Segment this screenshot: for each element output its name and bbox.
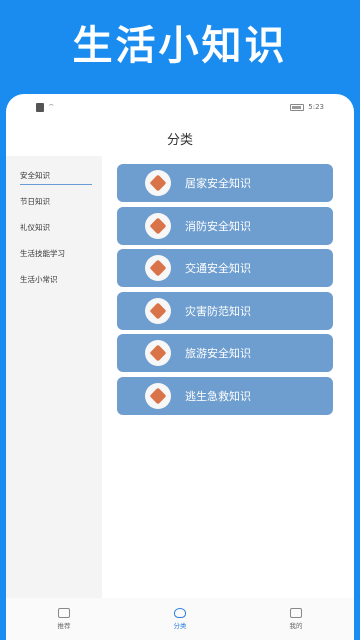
card-label: 居家安全知识: [185, 177, 251, 190]
sidebar-item-label: 生活技能学习: [20, 248, 65, 258]
banner-title: 生活小知识: [72, 23, 288, 69]
nav-category[interactable]: 分类: [145, 608, 215, 630]
user-icon: [290, 608, 302, 618]
nav-recommend[interactable]: 推荐: [29, 608, 99, 630]
card-label: 消防安全知识: [185, 219, 251, 233]
nav-label: 我的: [289, 622, 303, 630]
sidebar-item-etiquette[interactable]: 礼仪知识: [6, 214, 102, 240]
card-disaster-prevention[interactable]: 灾害防范知识: [117, 291, 333, 330]
page-header: 分类: [6, 120, 354, 156]
sidebar-item-life-tips[interactable]: 生活小常识: [6, 266, 102, 292]
card-travel-safety[interactable]: 旅游安全知识: [117, 334, 333, 372]
phone-screen: ⌔ 5:23 分类 安全知识 节日知识 礼仪知识 生活技能学习 生活小常识 居家…: [6, 94, 354, 640]
sidebar-item-label: 安全知识: [20, 170, 50, 180]
card-label: 逃生急救知识: [185, 389, 251, 403]
page-title: 分类: [166, 132, 193, 148]
box-icon: [145, 340, 171, 366]
card-home-safety[interactable]: 居家安全知识: [117, 164, 333, 202]
home-icon: [58, 608, 70, 618]
promo-banner: 生活小知识: [0, 0, 360, 84]
nav-label: 推荐: [57, 622, 71, 630]
sidebar-item-life-skills[interactable]: 生活技能学习: [6, 240, 102, 266]
category-content: 安全知识 节日知识 礼仪知识 生活技能学习 生活小常识 居家安全知识 消防安全知…: [6, 156, 354, 598]
nav-label: 分类: [173, 622, 187, 630]
card-escape-first-aid[interactable]: 逃生急救知识: [117, 376, 333, 415]
card-label: 旅游安全知识: [185, 347, 251, 360]
battery-icon: [290, 103, 305, 111]
card-fire-safety[interactable]: 消防安全知识: [117, 206, 333, 245]
box-icon: [145, 212, 171, 239]
card-list: 居家安全知识 消防安全知识 交通安全知识 灾害防范知识 旅游安全知识 逃生急救知…: [102, 156, 354, 598]
category-sidebar: 安全知识 节日知识 礼仪知识 生活技能学习 生活小常识: [6, 156, 102, 598]
box-icon: [145, 170, 171, 196]
status-bar: ⌔ 5:23: [6, 94, 354, 120]
category-icon: [174, 608, 186, 618]
status-right: 5:23: [290, 103, 324, 111]
status-time: 5:23: [308, 103, 324, 111]
sidebar-item-label: 节日知识: [20, 196, 50, 206]
signal-icon: ⌔: [48, 102, 55, 111]
card-traffic-safety[interactable]: 交通安全知识: [117, 249, 333, 287]
status-left: ⌔: [36, 102, 55, 112]
box-icon: [145, 255, 171, 281]
sim-icon: [36, 102, 44, 112]
nav-mine[interactable]: 我的: [261, 608, 331, 630]
sidebar-item-festival[interactable]: 节日知识: [6, 188, 102, 214]
card-label: 灾害防范知识: [185, 304, 251, 318]
sidebar-item-label: 生活小常识: [20, 274, 58, 284]
sidebar-item-safety[interactable]: 安全知识: [6, 162, 102, 188]
bottom-nav: 推荐 分类 我的: [6, 598, 354, 640]
sidebar-item-label: 礼仪知识: [20, 222, 50, 232]
box-icon: [145, 297, 171, 324]
card-label: 交通安全知识: [185, 262, 251, 275]
box-icon: [145, 382, 171, 409]
